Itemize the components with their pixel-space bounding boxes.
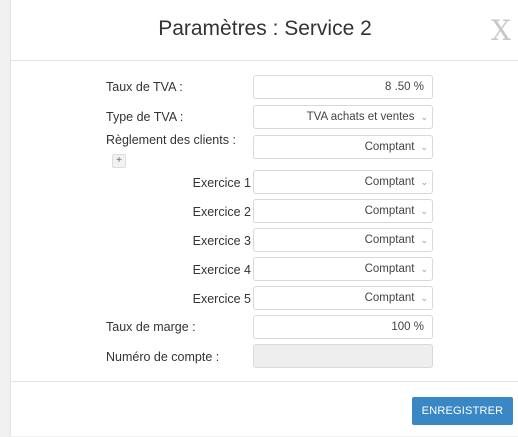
tva-rate-input[interactable]: 8 .50 % bbox=[253, 75, 433, 99]
exercise-1-select[interactable]: Comptant ⌄ bbox=[253, 170, 433, 194]
clients-payment-label: Règlement des clients : bbox=[106, 133, 236, 147]
exercise-3-select[interactable]: Comptant ⌄ bbox=[253, 228, 433, 252]
tva-type-value: TVA achats et ventes bbox=[306, 111, 415, 123]
save-button[interactable]: ENREGISTRER bbox=[412, 397, 513, 425]
dialog-header: Paramètres : Service 2 X bbox=[11, 0, 518, 61]
chevron-down-icon: ⌄ bbox=[420, 205, 428, 216]
clients-payment-select[interactable]: Comptant ⌄ bbox=[253, 135, 433, 159]
chevron-down-icon: ⌄ bbox=[420, 234, 428, 245]
exercise-2-value: Comptant bbox=[364, 205, 415, 217]
chevron-down-icon: ⌄ bbox=[420, 263, 428, 274]
dialog-footer: ENREGISTRER bbox=[11, 381, 518, 437]
dialog-title: Paramètres : Service 2 bbox=[158, 17, 372, 40]
exercise-5-select[interactable]: Comptant ⌄ bbox=[253, 286, 433, 310]
tva-rate-label: Taux de TVA : bbox=[106, 80, 183, 94]
tva-type-label: Type de TVA : bbox=[106, 110, 184, 124]
chevron-down-icon: ⌄ bbox=[420, 111, 428, 122]
settings-dialog: Paramètres : Service 2 X Taux de TVA : 8… bbox=[10, 0, 518, 436]
exercise-1-value: Comptant bbox=[364, 176, 415, 188]
exercise-5-value: Comptant bbox=[364, 292, 415, 304]
margin-rate-label: Taux de marge : bbox=[106, 320, 196, 334]
exercise-4-select[interactable]: Comptant ⌄ bbox=[253, 257, 433, 281]
exercise-2-select[interactable]: Comptant ⌄ bbox=[253, 199, 433, 223]
exercise-1-label: Exercice 1 bbox=[192, 176, 251, 190]
exercise-3-label: Exercice 3 bbox=[192, 234, 251, 248]
account-number-label: Numéro de compte : bbox=[106, 350, 220, 364]
expand-plus-icon[interactable]: + bbox=[112, 154, 126, 168]
exercise-3-value: Comptant bbox=[364, 234, 415, 246]
chevron-down-icon: ⌄ bbox=[420, 176, 428, 187]
tva-rate-value: 8 .50 % bbox=[385, 81, 424, 93]
chevron-down-icon: ⌄ bbox=[420, 141, 428, 152]
close-icon[interactable]: X bbox=[491, 14, 511, 47]
exercise-2-label: Exercice 2 bbox=[192, 205, 251, 219]
margin-rate-input[interactable]: 100 % bbox=[253, 315, 433, 339]
exercise-4-value: Comptant bbox=[364, 263, 415, 275]
margin-rate-value: 100 % bbox=[391, 321, 424, 333]
account-number-input bbox=[253, 344, 433, 368]
exercise-4-label: Exercice 4 bbox=[192, 263, 251, 277]
chevron-down-icon: ⌄ bbox=[420, 292, 428, 303]
exercise-5-label: Exercice 5 bbox=[192, 292, 251, 306]
clients-payment-value: Comptant bbox=[364, 141, 415, 153]
tva-type-select[interactable]: TVA achats et ventes ⌄ bbox=[253, 105, 433, 129]
